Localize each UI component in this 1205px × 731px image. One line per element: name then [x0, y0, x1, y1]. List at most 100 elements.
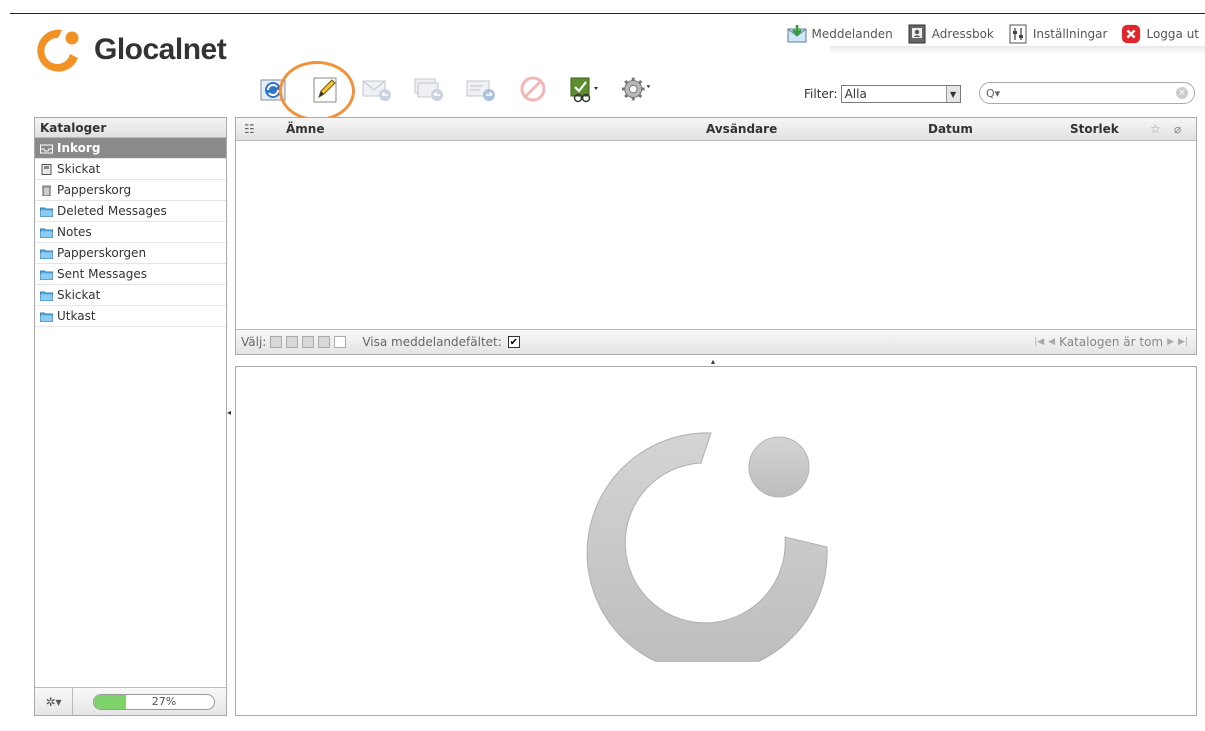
- folder-icon: [40, 270, 53, 280]
- brand-logo: Glocalnet: [32, 24, 227, 76]
- first-page-icon[interactable]: |◀: [1034, 337, 1044, 347]
- sidebar-item-papperskorgen[interactable]: Papperskorgen: [35, 243, 226, 264]
- sidebar-item-label: Notes: [57, 225, 92, 239]
- column-subject[interactable]: Ämne: [286, 122, 324, 136]
- nav-addressbook[interactable]: Adressbok: [907, 24, 994, 44]
- preview-toggle-label: Visa meddelandefältet:: [362, 335, 502, 349]
- mail-app: Glocalnet Meddelanden Adressbok Inställn…: [0, 0, 1205, 731]
- sidebar-item-skickat[interactable]: Skickat: [35, 159, 226, 180]
- folder-sidebar: Kataloger Inkorg Skickat Papperskorg Del…: [34, 117, 227, 716]
- mark-read-icon: [570, 77, 598, 103]
- select-unread-icon[interactable]: [302, 336, 315, 348]
- nav-messages-label: Meddelanden: [811, 27, 893, 41]
- filter: Filter: Alla ▼: [804, 85, 961, 103]
- next-page-icon[interactable]: ▶: [1167, 337, 1174, 347]
- header-shadow: [830, 46, 1205, 54]
- sidebar-splitter-handle[interactable]: ◂: [227, 408, 231, 417]
- mail-download-icon: [787, 25, 807, 43]
- flag-star-icon[interactable]: ☆: [1150, 122, 1161, 136]
- brand-name: Glocalnet: [94, 33, 227, 66]
- top-navigation: Meddelanden Adressbok Inställningar Logg…: [787, 24, 1199, 44]
- sidebar-item-notes[interactable]: Notes: [35, 222, 226, 243]
- message-list-footer: Välj: Visa meddelandefältet: ✔ |◀ ◀ Kata…: [236, 329, 1196, 354]
- folder-icon: [40, 249, 53, 259]
- select-invert-icon[interactable]: [318, 336, 331, 348]
- pager: |◀ ◀ Katalogen är tom ▶ ▶|: [1034, 335, 1188, 349]
- reply-icon: [362, 80, 391, 101]
- glocalnet-logo-icon: [37, 29, 79, 72]
- forward-button[interactable]: [464, 73, 498, 105]
- filter-value: Alla: [844, 87, 867, 101]
- sidebar-item-label: Papperskorg: [57, 183, 132, 197]
- sidebar-item-skickat-folder[interactable]: Skickat: [35, 285, 226, 306]
- delete-button[interactable]: [516, 73, 550, 105]
- reply-all-button[interactable]: [412, 73, 446, 105]
- column-size[interactable]: Storlek: [1070, 122, 1119, 136]
- search-input[interactable]: [1004, 86, 1176, 100]
- thread-toggle-icon[interactable]: ☷: [244, 122, 255, 136]
- sidebar-item-utkast[interactable]: Utkast: [35, 306, 226, 327]
- gear-icon: [621, 77, 651, 101]
- inbox-icon: [40, 144, 53, 153]
- more-actions-button[interactable]: [620, 73, 654, 105]
- folder-status: Katalogen är tom: [1059, 335, 1164, 349]
- compose-highlight-ring: [279, 61, 355, 121]
- message-list-header: ☷ Ämne Avsändare Datum Storlek ☆ ⌀: [236, 118, 1196, 141]
- sent-icon: [41, 163, 52, 175]
- folder-icon: [40, 291, 53, 301]
- preview-toggle-checkbox[interactable]: ✔: [507, 336, 520, 348]
- quota-label: 27%: [151, 694, 177, 708]
- sidebar-item-sent-messages[interactable]: Sent Messages: [35, 264, 226, 285]
- nav-addressbook-label: Adressbok: [931, 27, 994, 41]
- sidebar-item-papperskorg[interactable]: Papperskorg: [35, 180, 226, 201]
- settings-icon: [1009, 24, 1027, 44]
- quota-bar: 27%: [93, 693, 215, 710]
- previous-page-icon[interactable]: ◀: [1048, 337, 1055, 347]
- message-list: ☷ Ämne Avsändare Datum Storlek ☆ ⌀ Välj:…: [235, 117, 1197, 355]
- last-page-icon[interactable]: ▶|: [1178, 337, 1188, 347]
- preview-pane: [235, 366, 1197, 716]
- column-sender[interactable]: Avsändare: [706, 122, 777, 136]
- nav-logout-label: Logga ut: [1146, 27, 1199, 41]
- filter-label: Filter:: [804, 87, 838, 101]
- select-all-icon[interactable]: [270, 336, 283, 348]
- select-none-icon[interactable]: [334, 336, 347, 348]
- sidebar-item-label: Papperskorgen: [57, 246, 147, 260]
- search-box: Q▾ ×: [979, 82, 1195, 104]
- select-current-page-icon[interactable]: [286, 336, 299, 348]
- search-icon[interactable]: Q▾: [986, 87, 1000, 100]
- attachment-icon[interactable]: ⌀: [1174, 122, 1181, 136]
- sidebar-item-label: Skickat: [57, 288, 101, 302]
- sidebar-item-label: Skickat: [57, 162, 101, 176]
- forward-icon: [466, 80, 495, 101]
- filter-select[interactable]: Alla ▼: [840, 85, 961, 103]
- folder-icon: [40, 207, 53, 217]
- top-rule: [10, 13, 1205, 14]
- nav-settings-label: Inställningar: [1032, 27, 1108, 41]
- sidebar-item-label: Inkorg: [57, 141, 101, 155]
- preview-splitter-handle[interactable]: ▴: [711, 357, 715, 366]
- sidebar-item-label: Utkast: [57, 309, 96, 323]
- column-date[interactable]: Datum: [928, 122, 973, 136]
- folder-icon: [40, 312, 53, 322]
- folder-settings-gear-icon[interactable]: ✲▾: [35, 688, 73, 715]
- glocalnet-watermark-icon: [586, 432, 828, 662]
- logout-icon: [1122, 24, 1141, 44]
- nav-logout[interactable]: Logga ut: [1121, 24, 1199, 44]
- reply-all-icon: [414, 78, 443, 101]
- sidebar-footer: ✲▾ 27%: [35, 687, 226, 715]
- chevron-down-icon: ▼: [945, 86, 960, 102]
- clear-search-icon[interactable]: ×: [1176, 87, 1188, 99]
- trash-icon: [42, 185, 51, 196]
- nav-settings[interactable]: Inställningar: [1008, 24, 1108, 44]
- reply-button[interactable]: [360, 73, 394, 105]
- nav-messages[interactable]: Meddelanden: [787, 24, 893, 44]
- folder-icon: [40, 228, 53, 238]
- sidebar-item-label: Deleted Messages: [57, 204, 167, 218]
- sidebar-item-deleted-messages[interactable]: Deleted Messages: [35, 201, 226, 222]
- addressbook-icon: [908, 24, 926, 44]
- sidebar-item-inkorg[interactable]: Inkorg: [35, 138, 226, 159]
- sidebar-item-label: Sent Messages: [57, 267, 147, 281]
- mark-button[interactable]: [568, 73, 602, 105]
- sidebar-title: Kataloger: [35, 118, 226, 138]
